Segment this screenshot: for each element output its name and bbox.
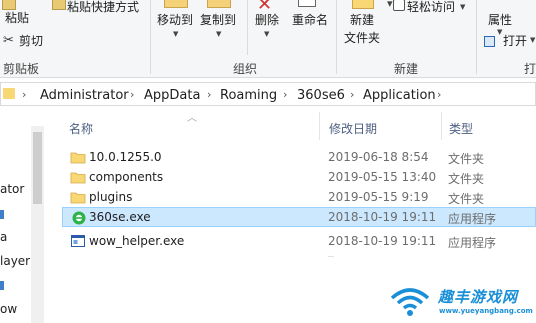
move-to-icon [164, 0, 188, 8]
column-divider[interactable] [441, 112, 442, 140]
file-type: 文件夹 [448, 152, 485, 166]
paste-icon [2, 0, 16, 10]
properties-dropdown-icon[interactable]: ▼ [497, 28, 502, 36]
ribbon-separator [476, 0, 477, 74]
easy-access-button[interactable]: 轻松访问 [407, 0, 455, 14]
address-bar[interactable]: › Administrator › AppData › Roaming › 36… [0, 82, 536, 106]
delete-button[interactable]: 删除 [255, 13, 279, 27]
nav-item-icon [0, 210, 4, 219]
folder-icon [70, 149, 86, 165]
sort-ascending-icon[interactable]: ︿ [187, 109, 197, 124]
open-button[interactable]: 打开 [503, 34, 527, 48]
watermark: 趣丰游戏网 www.yueyangbang.com [388, 280, 536, 323]
file-modified-date: 2019-05-15 13:40 [328, 170, 437, 184]
list-item[interactable]: plugins 2019-05-15 9:19 文件夹 [62, 187, 536, 207]
nav-item-ow[interactable]: ow [0, 302, 17, 316]
file-name: plugins [89, 190, 133, 204]
column-divider[interactable] [319, 112, 320, 140]
wifi-logo-icon [390, 288, 430, 316]
column-header-modified[interactable]: 修改日期 [329, 120, 377, 137]
file-name: wow_helper.exe [89, 234, 185, 248]
rename-button[interactable]: 重命名 [292, 13, 328, 27]
breadcrumb-chevron-icon[interactable]: › [283, 88, 287, 101]
watermark-url: www.yueyangbang.com [439, 307, 533, 315]
folder-icon [70, 189, 86, 205]
nav-pane-scrollbar[interactable] [31, 126, 44, 323]
file-type: 应用程序 [448, 236, 497, 250]
copy-to-dropdown-icon[interactable]: ▼ [216, 30, 221, 38]
cut-button[interactable]: 剪切 [19, 34, 43, 48]
properties-button[interactable]: 属性 [488, 13, 512, 27]
paste-shortcut-icon [52, 0, 66, 10]
file-modified-date: 2019-05-15 9:19 [328, 190, 429, 204]
breadcrumb-item-application[interactable]: Application [363, 88, 436, 103]
new-group-label: 新建 [394, 62, 419, 76]
move-to-button[interactable]: 移动到 [157, 13, 193, 27]
organize-group-label: 组织 [233, 62, 258, 76]
empty-area-marker [328, 256, 334, 257]
new-folder-icon [352, 0, 374, 9]
ribbon-separator [247, 0, 248, 55]
file-name: components [89, 170, 164, 184]
easy-access-dropdown-icon[interactable]: ▼ [460, 3, 465, 11]
breadcrumb-chevron-icon[interactable]: › [207, 88, 211, 101]
new-folder-button-line2[interactable]: 文件夹 [344, 31, 380, 45]
open-icon [484, 36, 495, 47]
copy-to-button[interactable]: 复制到 [200, 13, 236, 27]
list-item[interactable]: components 2019-05-15 13:40 文件夹 [62, 167, 536, 187]
folder-icon [70, 169, 86, 185]
nav-item-a[interactable]: a [0, 230, 7, 244]
file-modified-date: 2019-06-18 8:54 [328, 150, 429, 164]
column-header-name[interactable]: 名称 [69, 120, 93, 137]
open-dropdown-icon[interactable]: ▼ [530, 36, 535, 44]
rename-icon [298, 0, 316, 7]
delete-dropdown-icon[interactable]: ▼ [264, 30, 269, 38]
file-name: 10.0.1255.0 [89, 150, 162, 164]
breadcrumb-chevron-icon[interactable]: › [22, 88, 26, 101]
nav-item-icon [0, 281, 4, 290]
nav-item-layer[interactable]: layer [0, 254, 30, 268]
ribbon-separator [336, 0, 337, 74]
breadcrumb-item-appdata[interactable]: AppData [144, 88, 200, 103]
file-name: 360se.exe [89, 210, 151, 224]
column-header-type[interactable]: 类型 [449, 120, 473, 137]
nav-item-administrator[interactable]: ator [0, 182, 24, 196]
paste-shortcut-button[interactable]: 粘贴快捷方式 [67, 0, 139, 14]
ribbon: 粘贴 粘贴快捷方式 ✂ 剪切 剪贴板 移动到 ▼ 复制到 ▼ ✕ 删除 ▼ 重命… [0, 0, 536, 78]
list-item[interactable]: 10.0.1255.0 2019-06-18 8:54 文件夹 [62, 147, 536, 167]
file-type: 应用程序 [448, 212, 497, 226]
application-icon [70, 233, 86, 249]
breadcrumb-item-360se6[interactable]: 360se6 [297, 88, 345, 103]
scissors-icon: ✂ [3, 33, 14, 48]
clipboard-group-label: 剪贴板 [3, 62, 40, 76]
scrollbar-thumb[interactable] [33, 132, 42, 204]
move-to-dropdown-icon[interactable]: ▼ [173, 30, 178, 38]
breadcrumb-item-roaming[interactable]: Roaming [220, 88, 277, 103]
easy-access-icon [393, 0, 405, 11]
list-item[interactable]: wow_helper.exe 2018-10-19 19:11 应用程序 [62, 231, 536, 251]
breadcrumb-chevron-icon[interactable]: › [350, 88, 354, 101]
paste-button[interactable]: 粘贴 [5, 11, 29, 25]
watermark-title: 趣丰游戏网 [438, 288, 519, 306]
new-folder-button[interactable]: 新建 [350, 13, 374, 27]
breadcrumb-chevron-icon[interactable]: › [437, 88, 441, 101]
file-modified-date: 2018-10-19 19:11 [328, 210, 437, 224]
new-item-icon: ▾ [387, 0, 393, 10]
ribbon-separator [150, 0, 151, 74]
folder-icon [3, 88, 15, 99]
breadcrumb-chevron-icon[interactable]: › [130, 88, 134, 101]
breadcrumb-item-administrator[interactable]: Administrator [40, 88, 129, 103]
file-modified-date: 2018-10-19 19:11 [328, 234, 437, 248]
file-type: 文件夹 [448, 172, 485, 186]
copy-to-icon [207, 0, 231, 8]
360se-browser-icon [71, 210, 87, 226]
open-group-label: 打 [524, 62, 536, 76]
list-item-selected[interactable]: 360se.exe 2018-10-19 19:11 应用程序 [62, 207, 536, 227]
file-type: 文件夹 [448, 192, 485, 206]
